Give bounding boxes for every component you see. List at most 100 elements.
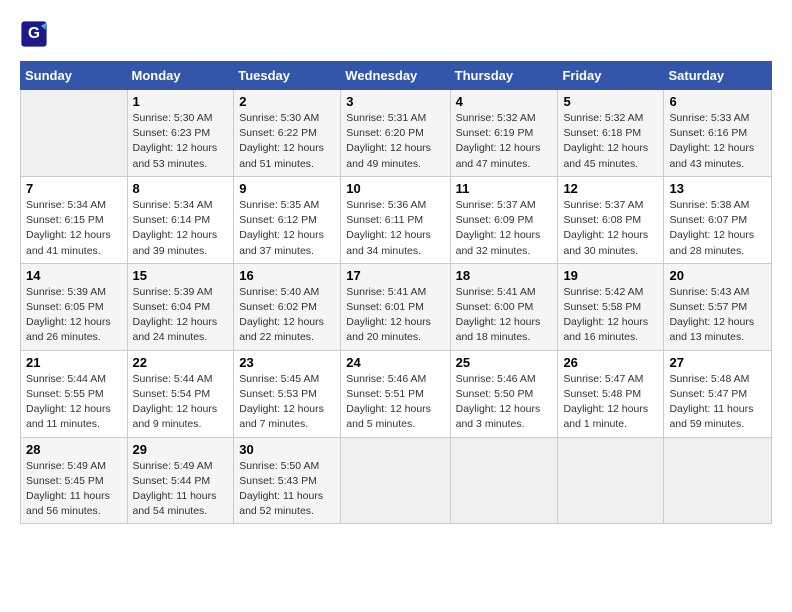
calendar-cell: 29 Sunrise: 5:49 AMSunset: 5:44 PMDayligh… xyxy=(127,437,234,524)
day-number: 29 xyxy=(133,442,229,457)
day-info: Sunrise: 5:37 AMSunset: 6:08 PMDaylight:… xyxy=(563,198,658,259)
calendar-table: SundayMondayTuesdayWednesdayThursdayFrid… xyxy=(20,61,772,524)
calendar-cell: 19 Sunrise: 5:42 AMSunset: 5:58 PMDayligh… xyxy=(558,263,664,350)
calendar-header-row: SundayMondayTuesdayWednesdayThursdayFrid… xyxy=(21,62,772,90)
day-number: 12 xyxy=(563,181,658,196)
header-wednesday: Wednesday xyxy=(341,62,450,90)
day-info: Sunrise: 5:34 AMSunset: 6:14 PMDaylight:… xyxy=(133,198,229,259)
header-thursday: Thursday xyxy=(450,62,558,90)
day-info: Sunrise: 5:49 AMSunset: 5:45 PMDaylight:… xyxy=(26,459,122,520)
day-number: 21 xyxy=(26,355,122,370)
header-tuesday: Tuesday xyxy=(234,62,341,90)
header-saturday: Saturday xyxy=(664,62,772,90)
svg-text:G: G xyxy=(28,25,40,42)
calendar-cell: 1Sunrise: 5:30 AMSunset: 6:23 PMDaylight… xyxy=(127,90,234,177)
day-number: 10 xyxy=(346,181,444,196)
header-friday: Friday xyxy=(558,62,664,90)
week-row-1: 7 Sunrise: 5:34 AMSunset: 6:15 PMDaylight… xyxy=(21,176,772,263)
day-info: Sunrise: 5:32 AMSunset: 6:19 PMDaylight:… xyxy=(456,111,553,172)
calendar-cell xyxy=(341,437,450,524)
calendar-cell: 11 Sunrise: 5:37 AMSunset: 6:09 PMDayligh… xyxy=(450,176,558,263)
day-info: Sunrise: 5:44 AMSunset: 5:55 PMDaylight:… xyxy=(26,372,122,433)
day-number: 27 xyxy=(669,355,766,370)
calendar-cell xyxy=(21,90,128,177)
day-info: Sunrise: 5:49 AMSunset: 5:44 PMDaylight:… xyxy=(133,459,229,520)
calendar-cell: 20 Sunrise: 5:43 AMSunset: 5:57 PMDayligh… xyxy=(664,263,772,350)
day-number: 15 xyxy=(133,268,229,283)
day-number: 26 xyxy=(563,355,658,370)
day-number: 20 xyxy=(669,268,766,283)
calendar-cell: 13 Sunrise: 5:38 AMSunset: 6:07 PMDayligh… xyxy=(664,176,772,263)
calendar-cell: 14 Sunrise: 5:39 AMSunset: 6:05 PMDayligh… xyxy=(21,263,128,350)
day-number: 2 xyxy=(239,94,335,109)
day-info: Sunrise: 5:43 AMSunset: 5:57 PMDaylight:… xyxy=(669,285,766,346)
calendar-cell: 2 Sunrise: 5:30 AMSunset: 6:22 PMDaylight… xyxy=(234,90,341,177)
calendar-cell: 17 Sunrise: 5:41 AMSunset: 6:01 PMDayligh… xyxy=(341,263,450,350)
day-number: 5 xyxy=(563,94,658,109)
week-row-3: 21 Sunrise: 5:44 AMSunset: 5:55 PMDayligh… xyxy=(21,350,772,437)
day-number: 30 xyxy=(239,442,335,457)
calendar-cell: 15 Sunrise: 5:39 AMSunset: 6:04 PMDayligh… xyxy=(127,263,234,350)
day-info: Sunrise: 5:45 AMSunset: 5:53 PMDaylight:… xyxy=(239,372,335,433)
week-row-0: 1Sunrise: 5:30 AMSunset: 6:23 PMDaylight… xyxy=(21,90,772,177)
day-number: 19 xyxy=(563,268,658,283)
day-info: Sunrise: 5:50 AMSunset: 5:43 PMDaylight:… xyxy=(239,459,335,520)
day-number: 7 xyxy=(26,181,122,196)
calendar-cell xyxy=(558,437,664,524)
calendar-cell: 16 Sunrise: 5:40 AMSunset: 6:02 PMDayligh… xyxy=(234,263,341,350)
calendar-cell xyxy=(450,437,558,524)
day-info: Sunrise: 5:34 AMSunset: 6:15 PMDaylight:… xyxy=(26,198,122,259)
day-info: Sunrise: 5:37 AMSunset: 6:09 PMDaylight:… xyxy=(456,198,553,259)
day-number: 25 xyxy=(456,355,553,370)
calendar-cell: 23 Sunrise: 5:45 AMSunset: 5:53 PMDayligh… xyxy=(234,350,341,437)
day-number: 17 xyxy=(346,268,444,283)
day-info: Sunrise: 5:48 AMSunset: 5:47 PMDaylight:… xyxy=(669,372,766,433)
calendar-cell: 4Sunrise: 5:32 AMSunset: 6:19 PMDaylight… xyxy=(450,90,558,177)
day-info: Sunrise: 5:39 AMSunset: 6:04 PMDaylight:… xyxy=(133,285,229,346)
day-number: 13 xyxy=(669,181,766,196)
day-info: Sunrise: 5:46 AMSunset: 5:50 PMDaylight:… xyxy=(456,372,553,433)
day-info: Sunrise: 5:31 AMSunset: 6:20 PMDaylight:… xyxy=(346,111,444,172)
calendar-cell xyxy=(664,437,772,524)
day-info: Sunrise: 5:40 AMSunset: 6:02 PMDaylight:… xyxy=(239,285,335,346)
day-info: Sunrise: 5:41 AMSunset: 6:01 PMDaylight:… xyxy=(346,285,444,346)
calendar-cell: 24Sunrise: 5:46 AMSunset: 5:51 PMDayligh… xyxy=(341,350,450,437)
day-number: 8 xyxy=(133,181,229,196)
day-number: 11 xyxy=(456,181,553,196)
calendar-cell: 28 Sunrise: 5:49 AMSunset: 5:45 PMDayligh… xyxy=(21,437,128,524)
week-row-2: 14 Sunrise: 5:39 AMSunset: 6:05 PMDayligh… xyxy=(21,263,772,350)
day-info: Sunrise: 5:36 AMSunset: 6:11 PMDaylight:… xyxy=(346,198,444,259)
calendar-cell: 18Sunrise: 5:41 AMSunset: 6:00 PMDayligh… xyxy=(450,263,558,350)
day-info: Sunrise: 5:33 AMSunset: 6:16 PMDaylight:… xyxy=(669,111,766,172)
day-number: 6 xyxy=(669,94,766,109)
day-number: 1 xyxy=(133,94,229,109)
calendar-cell: 26 Sunrise: 5:47 AMSunset: 5:48 PMDayligh… xyxy=(558,350,664,437)
calendar-cell: 30 Sunrise: 5:50 AMSunset: 5:43 PMDayligh… xyxy=(234,437,341,524)
day-info: Sunrise: 5:44 AMSunset: 5:54 PMDaylight:… xyxy=(133,372,229,433)
day-number: 14 xyxy=(26,268,122,283)
day-info: Sunrise: 5:38 AMSunset: 6:07 PMDaylight:… xyxy=(669,198,766,259)
day-number: 28 xyxy=(26,442,122,457)
day-number: 18 xyxy=(456,268,553,283)
general-blue-logo-icon: G xyxy=(20,20,48,48)
calendar-cell: 3Sunrise: 5:31 AMSunset: 6:20 PMDaylight… xyxy=(341,90,450,177)
calendar-cell: 25 Sunrise: 5:46 AMSunset: 5:50 PMDayligh… xyxy=(450,350,558,437)
calendar-cell: 12 Sunrise: 5:37 AMSunset: 6:08 PMDayligh… xyxy=(558,176,664,263)
calendar-cell: 6 Sunrise: 5:33 AMSunset: 6:16 PMDaylight… xyxy=(664,90,772,177)
day-number: 16 xyxy=(239,268,335,283)
header-sunday: Sunday xyxy=(21,62,128,90)
day-info: Sunrise: 5:30 AMSunset: 6:22 PMDaylight:… xyxy=(239,111,335,172)
day-number: 22 xyxy=(133,355,229,370)
day-info: Sunrise: 5:39 AMSunset: 6:05 PMDaylight:… xyxy=(26,285,122,346)
day-info: Sunrise: 5:32 AMSunset: 6:18 PMDaylight:… xyxy=(563,111,658,172)
day-number: 23 xyxy=(239,355,335,370)
day-number: 9 xyxy=(239,181,335,196)
day-number: 24 xyxy=(346,355,444,370)
calendar-cell: 27 Sunrise: 5:48 AMSunset: 5:47 PMDayligh… xyxy=(664,350,772,437)
calendar-cell: 9Sunrise: 5:35 AMSunset: 6:12 PMDaylight… xyxy=(234,176,341,263)
day-info: Sunrise: 5:42 AMSunset: 5:58 PMDaylight:… xyxy=(563,285,658,346)
calendar-cell: 22 Sunrise: 5:44 AMSunset: 5:54 PMDayligh… xyxy=(127,350,234,437)
calendar-cell: 7 Sunrise: 5:34 AMSunset: 6:15 PMDaylight… xyxy=(21,176,128,263)
calendar-cell: 5 Sunrise: 5:32 AMSunset: 6:18 PMDaylight… xyxy=(558,90,664,177)
day-info: Sunrise: 5:47 AMSunset: 5:48 PMDaylight:… xyxy=(563,372,658,433)
